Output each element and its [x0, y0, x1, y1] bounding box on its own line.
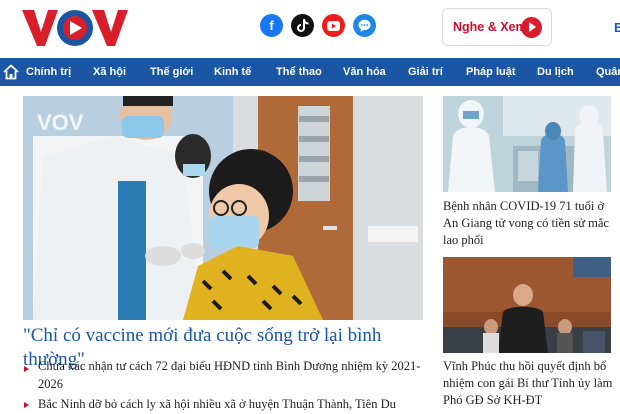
listen-watch-label: Nghe & Xem	[453, 20, 527, 34]
nav-item-the-gioi[interactable]: Thế giới	[150, 58, 193, 86]
hero-image[interactable]: VOV	[23, 96, 423, 320]
vov-logo[interactable]	[22, 8, 128, 48]
nav-item-du-lich[interactable]: Du lịch	[537, 58, 574, 86]
nav-item-giai-tri[interactable]: Giải trí	[408, 58, 443, 86]
related-headline-1[interactable]: Chưa xác nhận tư cách 72 đại biểu HĐND t…	[38, 357, 423, 393]
main-nav: Chính trị Xã hội Thế giới Kinh tế Thể th…	[0, 58, 620, 86]
sidebar-article-2-image[interactable]	[443, 257, 611, 353]
play-icon	[521, 17, 542, 38]
messenger-icon[interactable]	[353, 14, 376, 37]
youtube-icon[interactable]	[322, 14, 345, 37]
sidebar-article-1-title[interactable]: Bệnh nhân COVID-19 71 tuổi ở An Giang tử…	[443, 198, 615, 249]
bullet-icon	[24, 366, 32, 374]
nav-item-chinh-tri[interactable]: Chính trị	[26, 58, 71, 86]
nav-item-quan[interactable]: Quân	[596, 58, 620, 86]
listen-watch-button[interactable]: Nghe & Xem	[442, 8, 552, 46]
nav-item-van-hoa[interactable]: Văn hóa	[343, 58, 386, 86]
hero-watermark: VOV	[37, 110, 84, 135]
facebook-icon[interactable]: f	[260, 14, 283, 37]
nav-item-kinh-te[interactable]: Kinh tế	[214, 58, 251, 86]
related-headline-2[interactable]: Bắc Ninh dỡ bỏ cách ly xã hội nhiều xã ở…	[38, 395, 423, 413]
sidebar-article-2-title[interactable]: Vĩnh Phúc thu hồi quyết định bổ nhiệm co…	[443, 358, 615, 409]
home-icon[interactable]	[3, 64, 19, 80]
bullet-icon	[24, 402, 32, 410]
language-switch-partial[interactable]: E	[614, 20, 620, 35]
sidebar-article-1-image[interactable]	[443, 96, 611, 192]
nav-item-xa-hoi[interactable]: Xã hội	[93, 58, 126, 86]
nav-item-the-thao[interactable]: Thể thao	[276, 58, 322, 86]
tiktok-icon[interactable]	[291, 14, 314, 37]
site-header: f Nghe & Xem E	[0, 0, 620, 58]
nav-item-phap-luat[interactable]: Pháp luật	[466, 58, 516, 86]
